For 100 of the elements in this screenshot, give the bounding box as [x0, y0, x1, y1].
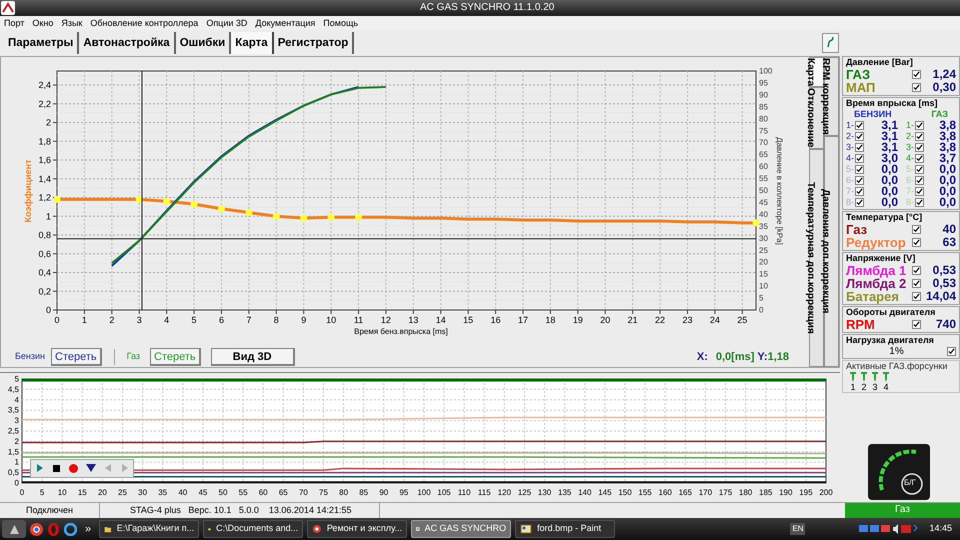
checkbox[interactable]	[855, 186, 864, 196]
axis-tick-label: 180	[738, 488, 752, 497]
tool-button[interactable]	[822, 32, 839, 53]
axis-tick-label: 4	[14, 395, 19, 404]
checkbox[interactable]	[912, 70, 921, 79]
axis-tick-label: 1,4	[38, 174, 51, 184]
axis-tick-label: 5	[759, 293, 764, 302]
axis-tick-label: 19	[572, 314, 583, 325]
checkbox[interactable]	[855, 164, 864, 174]
checkbox[interactable]	[912, 292, 921, 301]
injector-index: 3-	[846, 140, 855, 154]
axis-tick-label: 25	[118, 488, 127, 497]
checkbox[interactable]	[855, 176, 864, 185]
axis-title: Коэффициент	[23, 159, 33, 222]
axis-tick-label: 10	[58, 488, 67, 497]
group-title: Активные ГАЗ.форсунки	[846, 360, 948, 372]
axis-tick-label: 80	[339, 488, 348, 497]
parameter-value: 40	[942, 222, 956, 236]
checkbox[interactable]	[946, 346, 956, 356]
parameter-label: МАП	[846, 80, 876, 94]
checkbox[interactable]	[915, 164, 924, 174]
axis-tick-label: 12	[380, 314, 391, 325]
axis-tick-label: 60	[258, 488, 268, 497]
axis-tick-label: 85	[759, 102, 768, 112]
axis-tick-label: 16	[490, 314, 501, 325]
axis-tick-label: 20	[600, 314, 610, 325]
view-3d-button[interactable]: Вид 3D	[210, 348, 295, 366]
group-title: Давление [Bar]	[846, 56, 914, 68]
checkbox[interactable]	[912, 320, 921, 329]
injector-number: 2	[861, 382, 866, 392]
checkbox[interactable]	[912, 82, 921, 92]
checkbox[interactable]	[855, 198, 864, 207]
browser-icon[interactable]	[64, 522, 77, 536]
checkbox[interactable]	[912, 266, 921, 275]
checkbox[interactable]	[915, 132, 924, 141]
checkbox[interactable]	[912, 238, 921, 247]
axis-tick-label: 55	[759, 174, 768, 183]
axis-tick-label: 15	[78, 488, 87, 497]
more-button[interactable]: »	[85, 520, 92, 538]
group-title: Время впрыска [ms]	[846, 98, 938, 109]
load-value: 1%	[889, 345, 904, 359]
checkbox[interactable]	[915, 142, 924, 152]
injector-index: 5-	[906, 162, 915, 176]
point	[300, 214, 308, 222]
axis-tick-label: 130	[538, 488, 552, 497]
axis-tick-label: 160	[658, 488, 672, 497]
menu-item[interactable]: Обновление контроллера	[90, 16, 198, 29]
browser-icon[interactable]	[30, 522, 43, 536]
menu-item[interactable]: Помощь	[323, 16, 358, 29]
injection-value: 0,0	[880, 174, 898, 186]
injection-value: 0,0	[880, 196, 898, 208]
checkbox[interactable]	[855, 154, 864, 163]
tab[interactable]: Карта	[231, 32, 274, 54]
parameter-label: Редуктор	[846, 236, 907, 249]
checkbox[interactable]	[915, 186, 924, 196]
axis-tick-label: 25	[737, 314, 748, 325]
checkbox[interactable]	[915, 198, 924, 207]
checkbox[interactable]	[915, 120, 924, 130]
axis-tick-label: 80	[759, 114, 768, 124]
point	[245, 208, 252, 216]
injector-index: 4-	[906, 152, 915, 165]
language-indicator[interactable]: EN	[790, 523, 806, 536]
app-icon	[1, 0, 15, 15]
checkbox[interactable]	[915, 176, 924, 185]
checkbox[interactable]	[855, 120, 864, 130]
injector-index: 7-	[846, 184, 855, 198]
checkbox[interactable]	[912, 224, 921, 234]
checkbox[interactable]	[915, 154, 924, 163]
axis-tick-label: 0,8	[38, 230, 51, 240]
menu-item[interactable]: Язык	[61, 16, 82, 29]
menu-item[interactable]: Документация	[255, 16, 316, 29]
point	[54, 196, 60, 203]
checkbox[interactable]	[855, 142, 864, 152]
taskbar-button[interactable]: ford.bmp - Paint	[515, 520, 616, 538]
axis-tick-label: 105	[437, 488, 451, 497]
axis-tick-label: 10	[326, 314, 336, 325]
checkbox[interactable]	[912, 278, 921, 288]
menu-item[interactable]: Окно	[32, 16, 54, 29]
axis-tick-label: 95	[759, 78, 768, 88]
clear-button[interactable]: Стереть	[51, 348, 102, 366]
axis-tick-label: 195	[799, 488, 813, 497]
menu-item[interactable]: Опции 3D	[206, 16, 248, 29]
taskbar-button[interactable]: AC GAS SYNCHRO	[411, 520, 512, 538]
parameter-value: 1,24	[932, 68, 956, 81]
injection-value: 3,1	[880, 142, 898, 153]
menu-item[interactable]: Порт	[4, 16, 24, 29]
start-button[interactable]	[2, 520, 26, 538]
injector-index: 2-	[846, 130, 855, 143]
column-header: БЕНЗИН	[854, 108, 892, 120]
axis-tick-label: 90	[759, 90, 768, 100]
injector-index: 4-	[846, 152, 855, 165]
checkbox[interactable]	[855, 132, 864, 141]
axis-tick-label: 11	[354, 314, 364, 325]
axis-tick-label: 0	[14, 478, 19, 488]
cursor-value: 0,0[ms]	[716, 350, 754, 365]
axis-tick-label: 1	[14, 458, 19, 466]
taskbar-button[interactable]: C:\Documents and...	[203, 520, 304, 538]
taskbar-button[interactable]: Ремонт и эксплу...	[307, 520, 408, 538]
axis-tick-label: 18	[545, 314, 556, 325]
taskbar-button[interactable]: E:\Гараж\Книги п...	[99, 520, 200, 538]
